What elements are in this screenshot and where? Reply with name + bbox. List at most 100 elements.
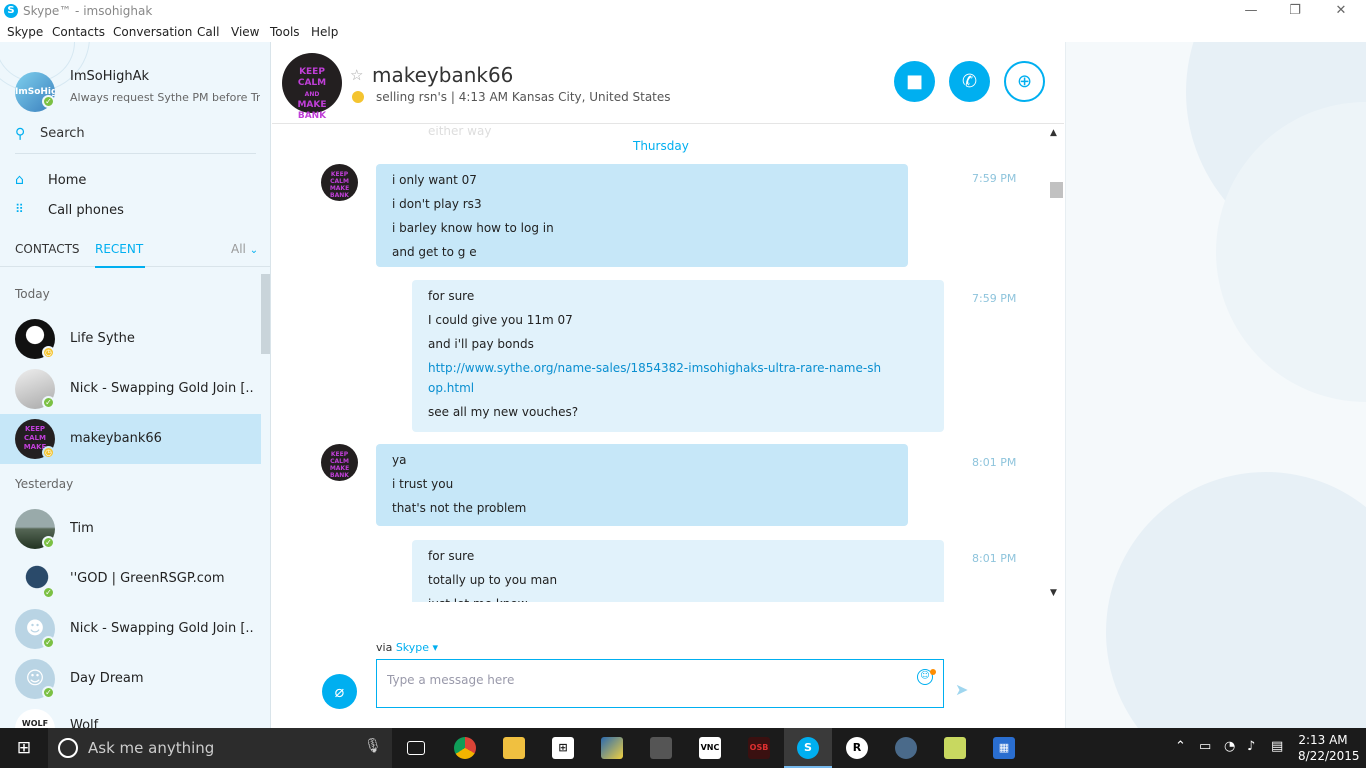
action-center-icon[interactable]: ▤ — [1271, 739, 1283, 754]
contact-name: makeybank66 — [70, 431, 162, 446]
via-prefix: via — [376, 641, 393, 654]
message-time: 8:01 PM — [972, 552, 1017, 565]
home-icon: ⌂ — [15, 172, 24, 188]
message-line: just let me know — [428, 592, 928, 602]
contact-item-selected[interactable]: KEEP CALM MAKE ◷ makeybank66 — [0, 414, 261, 464]
contact-avatar: WOLF — [15, 709, 55, 728]
cortana-placeholder: Ask me anything — [88, 739, 215, 757]
profile-mood[interactable]: Always request Sythe PM before Tr... — [70, 91, 260, 104]
taskbar-dvd-app[interactable] — [637, 728, 685, 768]
contact-name: ''GOD | GreenRSGP.com — [70, 571, 225, 586]
message-bubble-outgoing: for sure I could give you 11m 07 and i'l… — [412, 280, 944, 432]
contact-tabs: CONTACTS RECENT All ⌄ — [15, 242, 260, 262]
menu-conversation[interactable]: Conversation — [113, 25, 192, 39]
message-line: i don't play rs3 — [392, 197, 482, 211]
conversation-avatar[interactable]: KEEP CALM AND MAKE BANK — [282, 53, 342, 121]
menu-skype[interactable]: Skype — [7, 25, 43, 39]
close-button[interactable]: ✕ — [1318, 0, 1364, 22]
contact-name: Day Dream — [70, 671, 144, 686]
show-hidden-icons[interactable]: ⌃ — [1175, 739, 1186, 754]
start-button[interactable]: ⊞ — [0, 728, 48, 768]
taskbar-drawing-app[interactable] — [588, 728, 636, 768]
message-line: for sure — [428, 289, 475, 303]
taskbar-skype[interactable]: S — [784, 728, 832, 768]
message-line: that's not the problem — [392, 501, 527, 515]
search-icon: ⚲ — [15, 126, 26, 142]
chat-scrollbar[interactable]: ▲ ▼ — [1048, 126, 1063, 602]
dialpad-icon: ⠿ — [15, 202, 24, 216]
nav-home[interactable]: ⌂ Home — [15, 172, 256, 200]
phone-icon: ✆ — [961, 71, 978, 92]
contact-item[interactable]: ✓ ''GOD | GreenRSGP.com — [0, 554, 261, 604]
contact-item[interactable]: ☻ ✓ Nick - Swapping Gold Join [... — [0, 604, 261, 654]
taskbar-file-explorer[interactable] — [490, 728, 538, 768]
scroll-down-icon[interactable]: ▼ — [1050, 588, 1057, 598]
contact-name: Nick - Swapping Gold Join [... — [70, 621, 255, 636]
add-contact-button[interactable]: ⊕ — [1004, 61, 1045, 102]
nav-call-phones[interactable]: ⠿ Call phones — [15, 202, 256, 230]
menu-view[interactable]: View — [231, 25, 259, 39]
skype-icon: S — [797, 737, 819, 759]
profile-name[interactable]: ImSoHighAk — [70, 69, 149, 84]
tab-recent[interactable]: RECENT — [95, 242, 143, 256]
message-bubble-outgoing: for sure totally up to you man just let … — [412, 540, 944, 602]
message-line: i only want 07 — [392, 173, 477, 187]
contact-item[interactable]: ✓ Nick - Swapping Gold Join [... — [0, 364, 261, 414]
steam-icon — [895, 737, 917, 759]
message-link[interactable]: http://www.sythe.org/name-sales/1854382-… — [428, 356, 888, 400]
avatar-line: CALM — [297, 78, 327, 88]
menu-tools[interactable]: Tools — [270, 25, 300, 39]
group-yesterday: Yesterday — [15, 477, 74, 491]
task-view-button[interactable] — [392, 728, 440, 768]
sidebar-scrollbar[interactable] — [261, 274, 270, 354]
message-line: I could give you 11m 07 — [428, 313, 573, 327]
taskbar-runelite[interactable]: R — [833, 728, 881, 768]
away-status-icon: ◷ — [42, 446, 55, 459]
restore-button[interactable]: ❐ — [1272, 0, 1318, 22]
contact-item[interactable]: ☺ ✓ Day Dream — [0, 654, 261, 704]
scroll-up-icon[interactable]: ▲ — [1050, 128, 1057, 138]
message-input[interactable] — [387, 670, 907, 690]
taskbar-osb[interactable]: OSB — [735, 728, 783, 768]
microphone-icon[interactable]: 🎙 — [364, 738, 382, 754]
contact-item[interactable]: ✓ Tim — [0, 504, 261, 554]
taskbar-chrome[interactable] — [441, 728, 489, 768]
volume-icon[interactable]: ♪ — [1247, 739, 1255, 754]
battery-icon[interactable]: ▭ — [1199, 739, 1211, 754]
cortana-search[interactable]: Ask me anything 🎙 — [48, 728, 392, 768]
tab-contacts[interactable]: CONTACTS — [15, 242, 80, 256]
via-selector[interactable]: via Skype ▾ — [376, 641, 438, 654]
menu-call[interactable]: Call — [197, 25, 219, 39]
filter-dropdown[interactable]: All ⌄ — [231, 242, 258, 256]
taskbar-folder[interactable] — [931, 728, 979, 768]
minimize-button[interactable]: — — [1228, 0, 1274, 22]
taskbar-steam[interactable] — [882, 728, 930, 768]
title-bar: S Skype™ - imsohighak — ❐ ✕ — [0, 0, 1366, 22]
previous-message-text: either way — [428, 126, 492, 138]
taskbar-vnc-viewer[interactable]: VNC — [686, 728, 734, 768]
taskbar-clock[interactable]: 2:13 AM 8/22/2015 — [1298, 732, 1360, 764]
send-icon[interactable]: ➤ — [955, 680, 968, 699]
scroll-thumb[interactable] — [1050, 182, 1063, 198]
search-button[interactable]: ⚲ Search — [15, 126, 256, 154]
wifi-icon[interactable]: ◔ — [1224, 739, 1235, 754]
conversation-header: KEEP CALM AND MAKE BANK ☆ makeybank66 se… — [272, 42, 1064, 124]
chevron-down-icon: ⌄ — [249, 245, 259, 256]
contact-item[interactable]: ◷ Life Sythe — [0, 314, 261, 364]
menu-contacts[interactable]: Contacts — [52, 25, 105, 39]
favorite-star-icon[interactable]: ☆ — [350, 66, 363, 84]
attach-button[interactable]: ⌀ — [322, 674, 357, 709]
contact-item[interactable]: WOLF Wolf — [0, 704, 261, 728]
via-service: Skype — [395, 641, 430, 654]
clock-date: 8/22/2015 — [1298, 749, 1360, 763]
taskbar-store[interactable]: ⊞ — [539, 728, 587, 768]
online-status-icon: ✓ — [42, 586, 55, 599]
conversation-status: selling rsn's | 4:13 AM Kansas City, Uni… — [376, 90, 671, 104]
clock-icon — [352, 91, 364, 103]
menu-help[interactable]: Help — [311, 25, 338, 39]
message-avatar: KEEP CALM MAKE BANK — [321, 444, 358, 481]
taskbar-calculator[interactable]: ▦ — [980, 728, 1028, 768]
online-status-icon: ✓ — [42, 95, 55, 108]
video-call-button[interactable]: ■ — [894, 61, 935, 102]
voice-call-button[interactable]: ✆ — [949, 61, 990, 102]
